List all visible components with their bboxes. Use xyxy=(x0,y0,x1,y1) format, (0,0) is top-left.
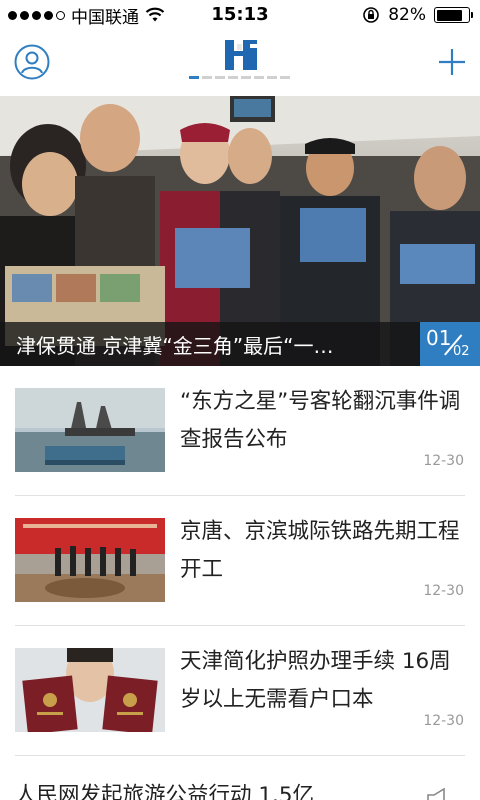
page-indicator-dot xyxy=(254,76,264,79)
wifi-icon xyxy=(145,7,165,22)
news-date: 12-30 xyxy=(423,583,464,599)
status-right: 82% xyxy=(362,0,473,30)
news-thumbnail xyxy=(15,518,165,602)
page-indicator-dot xyxy=(215,76,225,79)
page-indicator-dot xyxy=(280,76,290,79)
status-left: 中国联通 xyxy=(8,0,165,30)
slide-counter: 01 02 xyxy=(420,322,480,366)
news-title[interactable]: 京唐、京滨城际铁路先期工程开工 xyxy=(180,513,470,589)
slide-current: 01 xyxy=(426,326,452,350)
news-item[interactable]: “东方之星”号客轮翻沉事件调查报告公布 12-30 xyxy=(0,366,480,496)
page-indicator-dot xyxy=(228,76,238,79)
status-bar: 中国联通 15:13 82% xyxy=(0,0,480,30)
hero-caption-bar: 津保贯通 京津冀“金三角”最后“一… 01 02 xyxy=(0,322,480,366)
hero-banner[interactable]: 津保贯通 京津冀“金三角”最后“一… 01 02 xyxy=(0,96,480,366)
page-indicator xyxy=(189,76,290,79)
page-indicator-dot xyxy=(202,76,212,79)
plus-icon[interactable] xyxy=(438,48,466,76)
rotation-lock-icon xyxy=(363,7,380,23)
signal-strength-icon xyxy=(8,10,65,20)
battery-icon xyxy=(434,7,473,23)
news-title[interactable]: 人民网发起旅游公益行动 1.5亿 xyxy=(15,778,314,800)
app-header xyxy=(0,30,480,96)
page-indicator-dot xyxy=(241,76,251,79)
news-item[interactable]: 京唐、京滨城际铁路先期工程开工 12-30 xyxy=(0,496,480,626)
news-date: 12-30 xyxy=(423,453,464,469)
battery-fill xyxy=(436,9,462,21)
news-date: 12-30 xyxy=(423,713,464,729)
page-indicator-dot xyxy=(267,76,277,79)
page-indicator-dot xyxy=(189,76,199,79)
carrier-label: 中国联通 xyxy=(71,7,139,28)
hero-title[interactable]: 津保贯通 京津冀“金三角”最后“一… xyxy=(16,330,400,359)
user-circle-icon[interactable] xyxy=(14,44,50,80)
app-logo-icon xyxy=(225,40,257,70)
news-item[interactable]: 天津简化护照办理手续 16周岁以上无需看户口本 12-30 xyxy=(0,626,480,756)
news-item-partial[interactable]: 人民网发起旅游公益行动 1.5亿 xyxy=(0,756,480,800)
battery-percent: 82% xyxy=(388,5,426,25)
news-title[interactable]: 天津简化护照办理手续 16周岁以上无需看户口本 xyxy=(180,643,470,719)
slide-total: 02 xyxy=(453,344,470,359)
news-thumbnail xyxy=(15,388,165,472)
speaker-icon[interactable] xyxy=(426,788,452,800)
news-thumbnail xyxy=(15,648,165,732)
news-title[interactable]: “东方之星”号客轮翻沉事件调查报告公布 xyxy=(180,383,470,459)
